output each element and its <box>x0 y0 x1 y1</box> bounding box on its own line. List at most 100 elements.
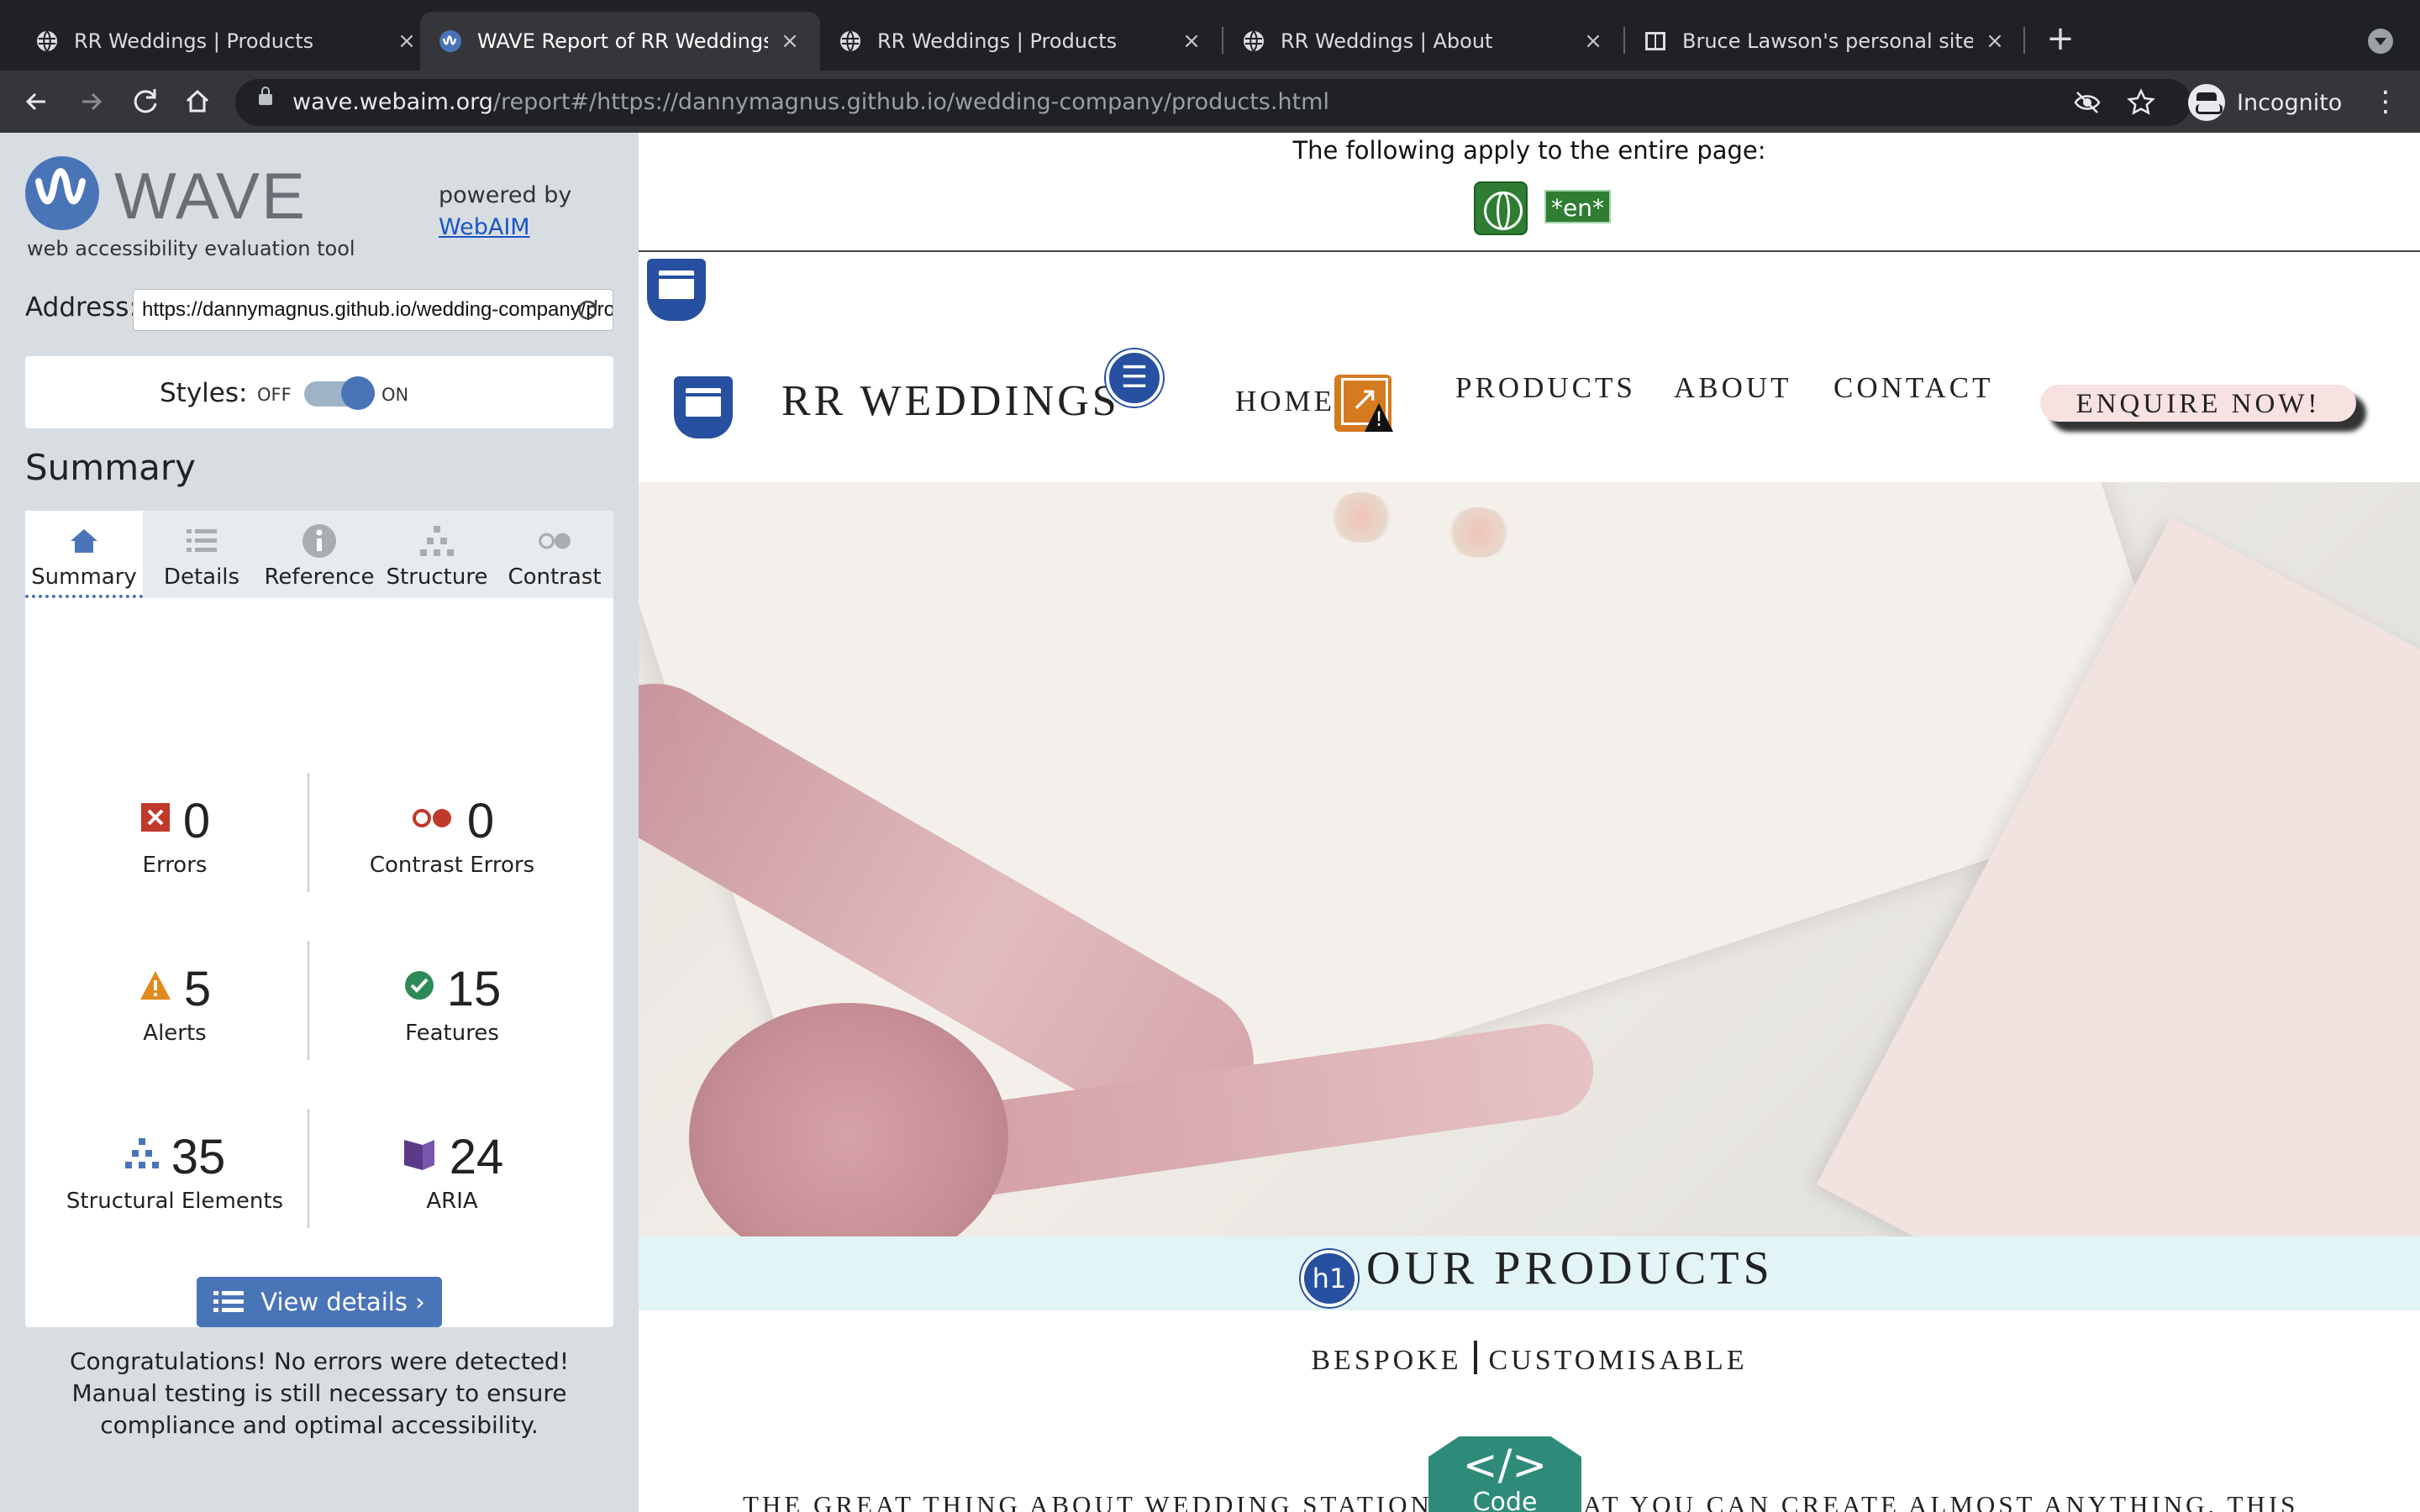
logo-region-icon[interactable] <box>674 376 733 438</box>
eye-off-icon[interactable] <box>2072 87 2102 118</box>
address-label: Address: <box>25 292 138 323</box>
browser-tab[interactable]: RR Weddings | About × <box>1223 12 1623 71</box>
site-brand[interactable]: RR WEDDINGS <box>781 376 1120 426</box>
products-subtitle: BESPOKE CUSTOMISABLE <box>639 1341 2420 1377</box>
incognito-indicator[interactable]: Incognito <box>2188 79 2342 126</box>
nav-contact[interactable]: CONTACT <box>1833 371 1993 405</box>
contrast-errors-label: Contrast Errors <box>369 853 535 878</box>
check-icon <box>403 969 435 1010</box>
features-count: 15 <box>446 962 502 1016</box>
language-badge[interactable]: *en* <box>1544 190 1611 223</box>
tab-summary[interactable]: Summary <box>25 511 143 598</box>
tab-details[interactable]: Details <box>143 511 260 598</box>
enquire-now-button[interactable]: ENQUIRE NOW! <box>2040 385 2356 422</box>
structural-count: 35 <box>171 1130 226 1184</box>
address-url[interactable]: wave.webaim.org/report#/https://dannymag… <box>292 89 1329 115</box>
info-icon <box>301 522 338 559</box>
close-tab-icon[interactable]: × <box>395 29 418 53</box>
tab-label: Contrast <box>508 564 602 590</box>
features-label: Features <box>405 1021 499 1046</box>
stat-alerts[interactable]: 5 Alerts <box>40 961 309 1046</box>
incognito-icon <box>2188 84 2225 121</box>
contrast-icon <box>536 522 573 559</box>
url-path: /report#/https://dannymagnus.github.io/w… <box>492 89 1329 115</box>
tab-label: Details <box>163 564 240 590</box>
wave-tagline: web accessibility evaluation tool <box>27 237 355 260</box>
nav-home[interactable]: HOME <box>1235 385 1335 418</box>
stat-structural[interactable]: 35 Structural Elements <box>40 1129 309 1214</box>
subtitle-divider <box>1473 1341 1477 1374</box>
congrats-message: Congratulations! No errors were detected… <box>69 1347 570 1439</box>
report-page-content: The following apply to the entire page: … <box>639 133 2420 1512</box>
redundant-link-alert-icon[interactable] <box>1334 375 1392 432</box>
list-icon <box>183 522 220 559</box>
nav-about[interactable]: ABOUT <box>1674 371 1792 405</box>
tab-search-button[interactable] <box>2368 29 2393 54</box>
tab-structure[interactable]: Structure <box>378 511 496 598</box>
styles-off-label: OFF <box>257 385 292 405</box>
browser-tab[interactable]: RR Weddings | Products × <box>820 12 1222 71</box>
styles-label: Styles: <box>160 378 248 408</box>
structural-label: Structural Elements <box>66 1189 284 1214</box>
forward-icon[interactable] <box>74 84 109 119</box>
address-input[interactable]: https://dannymagnus.github.io/wedding-co… <box>133 289 613 331</box>
globe-icon[interactable] <box>1474 181 1528 235</box>
summary-heading: Summary <box>25 447 196 488</box>
errors-label: Errors <box>142 853 208 878</box>
reload-icon[interactable] <box>128 84 163 119</box>
browser-tab[interactable]: RR Weddings | Products × <box>17 12 437 71</box>
stat-aria[interactable]: 24 ARIA <box>318 1129 587 1214</box>
globe-icon <box>35 29 59 53</box>
bl-site-icon <box>1644 29 1667 53</box>
tab-title: WAVE Report of RR Weddings | Pro <box>477 29 768 53</box>
star-icon[interactable] <box>2126 87 2156 118</box>
tab-title: RR Weddings | Products <box>74 29 314 53</box>
back-icon[interactable] <box>18 84 54 119</box>
summary-panel: 0 Errors 0 Contrast Errors 5 Alerts 15 F… <box>25 598 613 1439</box>
nav-products[interactable]: PRODUCTS <box>1455 371 1636 405</box>
aria-label: ARIA <box>426 1189 478 1214</box>
code-toggle-button[interactable]: </> Code <box>1428 1436 1581 1512</box>
close-tab-icon[interactable]: × <box>1180 29 1203 53</box>
address-bar[interactable]: wave.webaim.org/report#/https://dannymag… <box>235 79 2191 126</box>
home-icon <box>66 522 103 559</box>
styles-toggle[interactable] <box>304 376 375 410</box>
browser-menu-icon[interactable]: ⋮ <box>2371 84 2400 119</box>
wave-wordmark: WAVE <box>114 159 308 233</box>
url-host: wave.webaim.org <box>292 89 493 115</box>
globe-icon <box>839 29 862 53</box>
stat-features[interactable]: 15 Features <box>318 961 587 1046</box>
home-icon[interactable] <box>180 84 215 119</box>
close-tab-icon[interactable]: × <box>778 29 802 53</box>
h1-badge-icon[interactable]: h1 <box>1301 1250 1358 1307</box>
hero-flower <box>1445 507 1512 558</box>
tab-reference[interactable]: Reference <box>260 511 378 598</box>
view-details-button[interactable]: View details › <box>197 1277 442 1327</box>
alert-icon <box>139 969 172 1010</box>
apply-text: The following apply to the entire page: <box>1292 136 1766 165</box>
list-icon <box>213 1291 245 1312</box>
browser-tab-active[interactable]: WAVE Report of RR Weddings | Pro × <box>420 12 820 71</box>
new-tab-button[interactable]: + <box>2044 22 2077 57</box>
close-tab-icon[interactable]: × <box>1581 29 1605 53</box>
aria-icon <box>401 1135 438 1180</box>
subtitle-right: CUSTOMISABLE <box>1488 1345 1748 1376</box>
stat-errors[interactable]: 0 Errors <box>40 793 309 878</box>
refresh-icon[interactable] <box>575 297 600 323</box>
alerts-count: 5 <box>183 962 212 1016</box>
tab-contrast[interactable]: Contrast <box>496 511 613 598</box>
lock-icon <box>259 87 272 105</box>
browser-tab[interactable]: Bruce Lawson's personal site × <box>1625 12 2025 71</box>
unordered-list-icon[interactable] <box>1106 349 1163 407</box>
structure-icon <box>124 1137 160 1179</box>
header-region-icon[interactable] <box>647 259 706 321</box>
webaim-link[interactable]: WebAIM <box>439 214 530 240</box>
wave-sidebar: WAVE web accessibility evaluation tool p… <box>0 133 639 1512</box>
wave-logo-icon <box>25 156 99 230</box>
hero-image <box>639 482 2420 1236</box>
errors-count: 0 <box>182 794 211 848</box>
wave-favicon-icon <box>439 29 462 53</box>
stat-contrast-errors[interactable]: 0 Contrast Errors <box>318 793 587 878</box>
error-icon <box>139 801 171 842</box>
close-tab-icon[interactable]: × <box>1983 29 2007 53</box>
